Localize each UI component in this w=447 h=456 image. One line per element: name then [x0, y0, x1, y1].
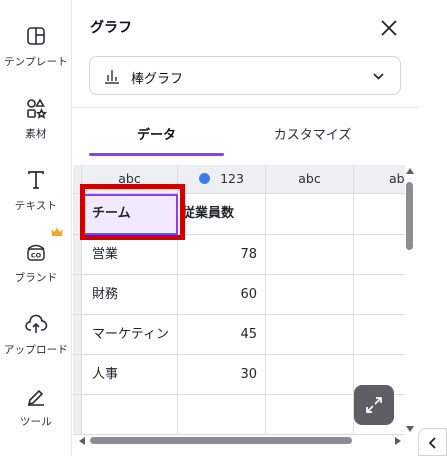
grid-cell[interactable]: 営業	[82, 235, 178, 275]
crown-icon	[51, 227, 63, 236]
row-handle[interactable]	[73, 275, 82, 315]
scroll-down-icon[interactable]	[405, 425, 415, 433]
vertical-scrollbar-thumb[interactable]	[406, 182, 413, 250]
chart-type-label: 棒グラフ	[131, 72, 184, 87]
grid-cell[interactable]	[266, 395, 354, 435]
row-handle[interactable]	[73, 395, 82, 435]
grid-cell[interactable]: 従業員数	[178, 194, 266, 235]
grid-cell[interactable]: 人事	[82, 355, 178, 395]
upload-icon	[25, 314, 48, 333]
elements-icon	[27, 98, 48, 119]
grid-cell[interactable]	[266, 355, 354, 395]
grid-cell[interactable]: 財務	[82, 275, 178, 315]
column-header[interactable]: ab	[354, 165, 405, 194]
grid-cell[interactable]: 30	[178, 355, 266, 395]
column-header[interactable]: 123	[178, 165, 266, 194]
sidebar-item-elements[interactable]: 素材	[0, 96, 72, 160]
scroll-up-icon[interactable]	[405, 167, 415, 175]
template-icon	[27, 27, 45, 45]
sidebar-item-label: テキスト	[14, 200, 58, 212]
panel-title: グラフ	[90, 20, 132, 36]
grid-cell[interactable]: 45	[178, 315, 266, 355]
grid-cell[interactable]	[178, 395, 266, 435]
grid-cell[interactable]	[354, 194, 405, 235]
brand-icon: CO	[27, 244, 45, 261]
highlight-box	[80, 184, 185, 240]
chevron-down-icon	[373, 73, 384, 80]
sidebar-item-tools[interactable]: ツール	[0, 384, 72, 448]
column-header[interactable]: abc	[266, 165, 354, 194]
svg-text:CO: CO	[31, 252, 42, 260]
expand-icon	[366, 397, 382, 413]
grid-cell[interactable]	[266, 315, 354, 355]
horizontal-scrollbar-thumb[interactable]	[90, 437, 352, 444]
grid-cell[interactable]	[266, 194, 354, 235]
panel-edge	[418, 0, 447, 428]
sidebar-item-label: 素材	[25, 128, 47, 140]
collapse-panel-button[interactable]	[418, 428, 447, 456]
chevron-left-icon	[428, 437, 436, 449]
bar-chart-icon	[105, 70, 119, 84]
tab-customize[interactable]: カスタマイズ	[224, 124, 401, 154]
sidebar-item-upload[interactable]: アップロード	[0, 312, 72, 376]
grid-cell[interactable]	[354, 275, 405, 315]
grid-cell[interactable]: 78	[178, 235, 266, 275]
row-handle[interactable]	[73, 235, 82, 275]
grid-cell[interactable]	[266, 275, 354, 315]
scroll-right-icon[interactable]	[394, 436, 402, 446]
chart-type-dropdown[interactable]: 棒グラフ	[89, 56, 401, 95]
grid-cell[interactable]	[354, 315, 405, 355]
close-icon[interactable]	[377, 16, 401, 40]
grid-cell[interactable]	[82, 395, 178, 435]
expand-table-button[interactable]	[354, 385, 394, 425]
grid-cell[interactable]	[354, 235, 405, 275]
scroll-left-icon[interactable]	[78, 436, 86, 446]
series-color-dot[interactable]	[199, 173, 211, 184]
grid-cell[interactable]: 60	[178, 275, 266, 315]
tools-icon	[27, 389, 44, 406]
sidebar-item-label: ツール	[19, 416, 53, 428]
row-handle[interactable]	[73, 355, 82, 395]
active-tab-indicator	[89, 153, 224, 156]
left-rail: テンプレート 素材 テキスト CO ブランド アップロード ツール	[0, 0, 72, 456]
sidebar-item-templates[interactable]: テンプレート	[0, 24, 72, 88]
sidebar-item-label: テンプレート	[4, 56, 68, 68]
sidebar-item-brand[interactable]: CO ブランド	[0, 240, 72, 304]
sidebar-item-label: アップロード	[3, 344, 69, 356]
sidebar-item-text[interactable]: テキスト	[0, 168, 72, 232]
row-handle[interactable]	[73, 315, 82, 355]
text-icon	[28, 171, 44, 189]
sidebar-item-label: ブランド	[14, 272, 58, 284]
tab-data[interactable]: データ	[89, 124, 224, 154]
grid-cell[interactable]: マーケティン	[82, 315, 178, 355]
divider	[72, 107, 418, 108]
grid-cell[interactable]	[266, 235, 354, 275]
